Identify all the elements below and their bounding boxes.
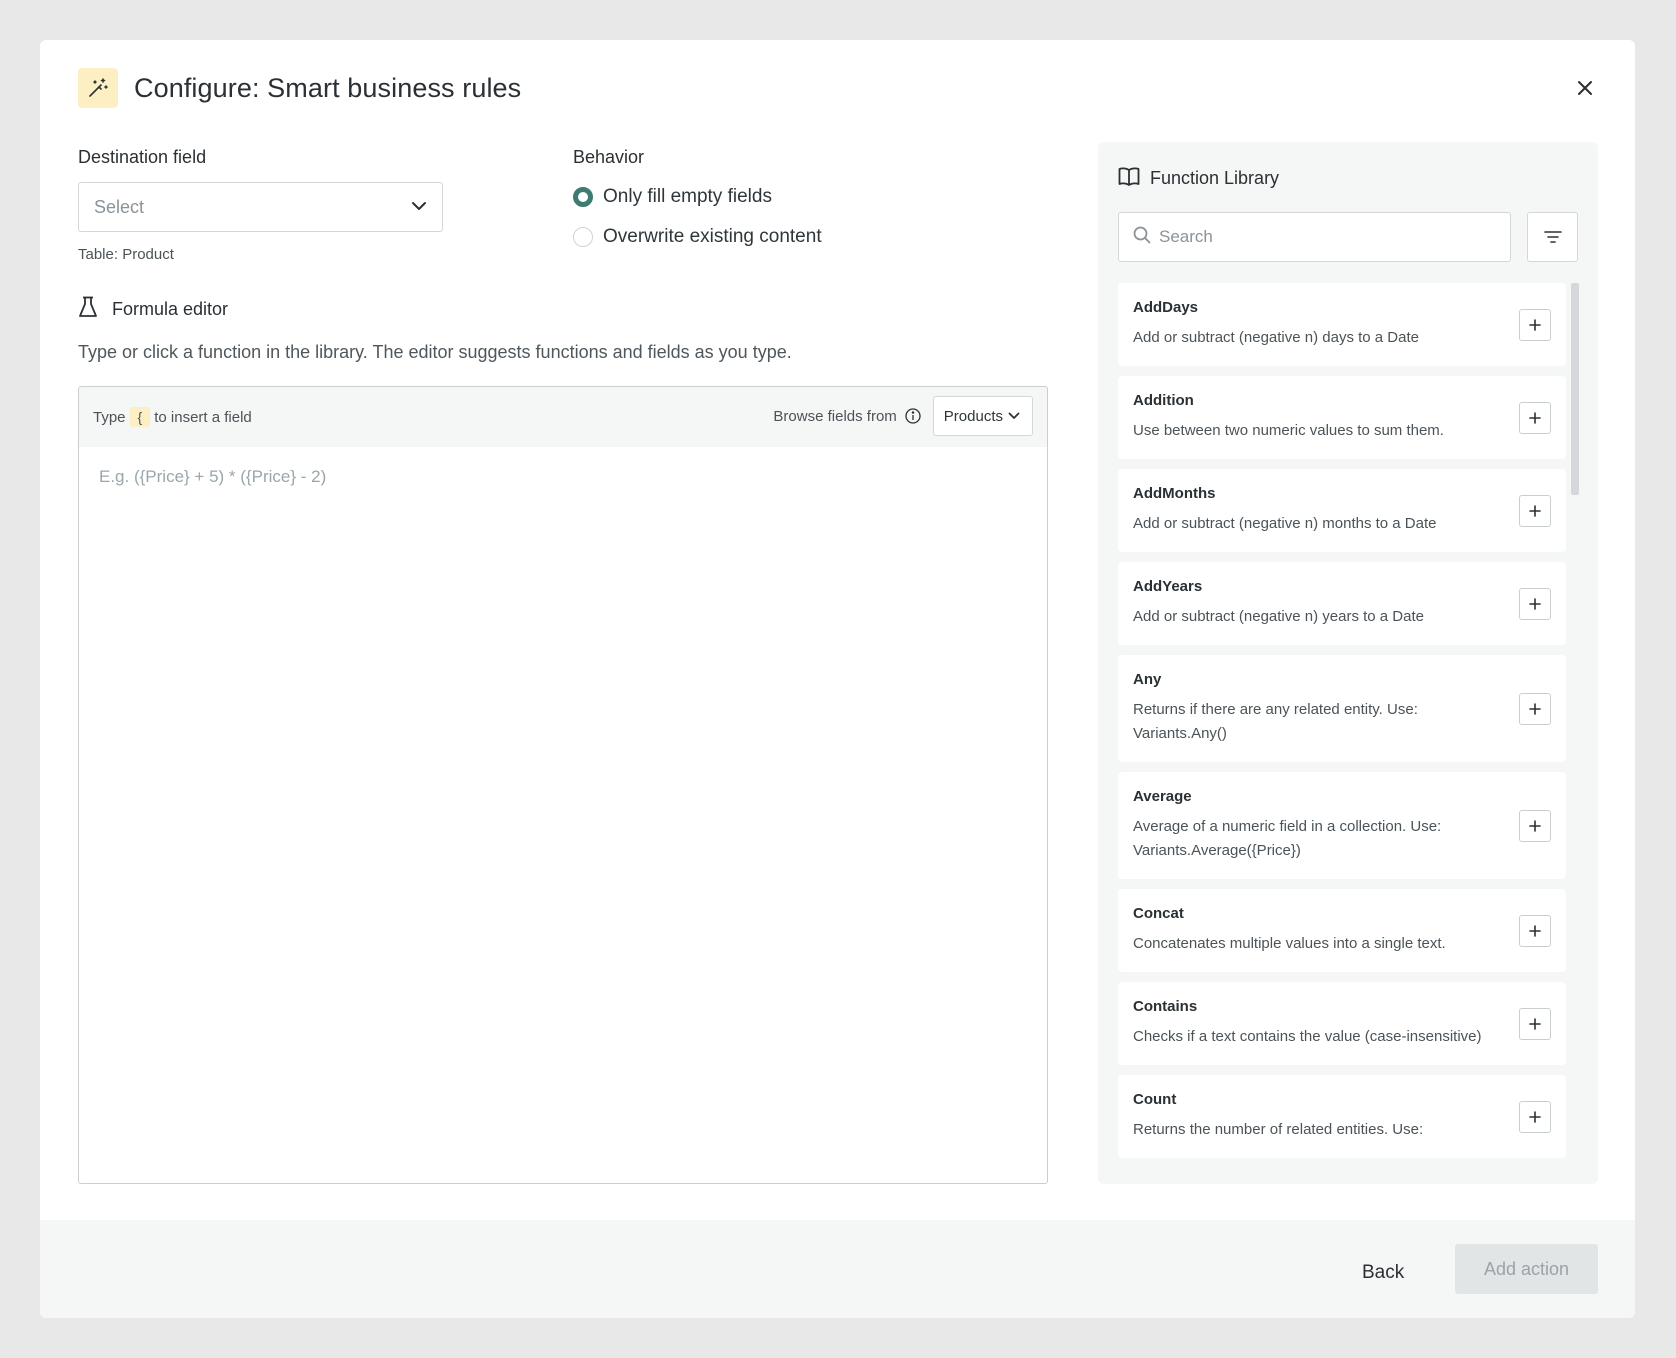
function-name: AddDays <box>1133 299 1199 316</box>
plus-icon <box>1529 504 1541 517</box>
add-function-button[interactable] <box>1519 1100 1551 1133</box>
plus-icon <box>1529 819 1541 832</box>
formula-editor[interactable]: Type { to insert a field Browse fields f… <box>78 386 1048 1184</box>
function-description: Add or subtract (negative n) months to a… <box>1133 515 1437 532</box>
function-name: AddYears <box>1133 578 1203 595</box>
function-description: Use between two numeric values to sum th… <box>1133 422 1444 439</box>
plus-icon <box>1529 597 1541 610</box>
function-card-adddays[interactable]: AddDays Add or subtract (negative n) day… <box>1118 283 1566 366</box>
radio-label: Overwrite existing content <box>603 226 822 247</box>
plus-icon <box>1529 1017 1541 1030</box>
magic-wand-icon <box>78 68 118 108</box>
destination-field-select[interactable]: Select <box>78 182 443 232</box>
function-list: AddDays Add or subtract (negative n) day… <box>1118 283 1568 1166</box>
add-action-button[interactable]: Add action <box>1455 1244 1598 1294</box>
function-card-contains[interactable]: Contains Checks if a text contains the v… <box>1118 982 1566 1065</box>
library-search-box[interactable] <box>1118 212 1511 262</box>
add-function-button[interactable] <box>1519 1007 1551 1040</box>
function-name: AddMonths <box>1133 485 1216 502</box>
back-button[interactable]: Back <box>1344 1248 1422 1298</box>
dialog-header: Configure: Smart business rules <box>78 68 521 108</box>
filter-button[interactable] <box>1527 212 1578 262</box>
table-hint: Table: Product <box>78 246 174 263</box>
info-icon[interactable] <box>905 408 921 424</box>
destination-field-label: Destination field <box>78 147 207 167</box>
close-icon[interactable] <box>1573 76 1597 100</box>
function-card-concat[interactable]: Concat Concatenates multiple values into… <box>1118 889 1566 972</box>
function-description: Add or subtract (negative n) years to a … <box>1133 608 1424 625</box>
function-library-heading: Function Library <box>1118 166 1279 191</box>
function-library: Function Library AddDays Add or subtract… <box>1098 142 1598 1184</box>
formula-editor-heading: Formula editor <box>78 296 228 323</box>
radio-selected[interactable] <box>573 187 593 207</box>
function-name: Average <box>1133 788 1192 805</box>
function-name: Any <box>1133 671 1162 688</box>
function-card-addmonths[interactable]: AddMonths Add or subtract (negative n) m… <box>1118 469 1566 552</box>
function-card-average[interactable]: Average Average of a numeric field in a … <box>1118 772 1566 879</box>
scrollbar-thumb[interactable] <box>1571 283 1579 495</box>
function-description: Average of a numeric field in a collecti… <box>1133 818 1442 859</box>
function-card-count[interactable]: Count Returns the number of related enti… <box>1118 1075 1566 1158</box>
filter-icon <box>1543 231 1562 243</box>
hint-suffix: to insert a field <box>154 408 252 426</box>
radio-label: Only fill empty fields <box>603 186 772 207</box>
plus-icon <box>1529 318 1541 331</box>
function-card-any[interactable]: Any Returns if there are any related ent… <box>1118 655 1566 762</box>
formula-placeholder: E.g. ({Price} + 5) * ({Price} - 2) <box>99 467 327 486</box>
add-function-button[interactable] <box>1519 692 1551 725</box>
function-card-addyears[interactable]: AddYears Add or subtract (negative n) ye… <box>1118 562 1566 645</box>
book-icon <box>1118 166 1140 191</box>
function-description: Returns the number of related entities. … <box>1133 1121 1424 1138</box>
function-description: Checks if a text contains the value (cas… <box>1133 1028 1482 1045</box>
add-function-button[interactable] <box>1519 809 1551 842</box>
function-description: Add or subtract (negative n) days to a D… <box>1133 329 1419 346</box>
add-function-button[interactable] <box>1519 401 1551 434</box>
function-card-addition[interactable]: Addition Use between two numeric values … <box>1118 376 1566 459</box>
add-function-button[interactable] <box>1519 308 1551 341</box>
insert-field-hint: Type { to insert a field <box>93 407 252 427</box>
add-function-button[interactable] <box>1519 494 1551 527</box>
browse-fields-label: Browse fields from <box>773 407 897 425</box>
flask-icon <box>78 296 98 323</box>
chevron-down-icon <box>1008 412 1020 419</box>
configure-dialog: Configure: Smart business rules Destinat… <box>40 40 1635 1318</box>
hint-prefix: Type <box>93 408 126 426</box>
chevron-down-icon <box>411 198 427 216</box>
radio-overwrite-existing[interactable]: Overwrite existing content <box>573 226 822 248</box>
plus-icon <box>1529 1110 1541 1123</box>
function-name: Concat <box>1133 905 1184 922</box>
browse-source-dropdown[interactable]: Products <box>932 396 1033 436</box>
browse-fields: Browse fields from Products <box>773 396 1033 436</box>
radio-unselected[interactable] <box>573 227 593 247</box>
function-name: Count <box>1133 1091 1177 1108</box>
dialog-footer: Back Add action <box>40 1220 1635 1318</box>
function-list-scrollbar[interactable] <box>1571 283 1579 1166</box>
formula-editor-title: Formula editor <box>112 299 229 319</box>
plus-icon <box>1529 702 1541 715</box>
formula-editor-description: Type or click a function in the library.… <box>78 342 792 362</box>
radio-only-fill-empty[interactable]: Only fill empty fields <box>573 186 772 208</box>
brace-key: { <box>129 407 151 427</box>
function-description: Returns if there are any related entity.… <box>1133 701 1418 742</box>
function-name: Contains <box>1133 998 1198 1015</box>
browse-source-value: Products <box>943 407 1003 425</box>
editor-toolbar: Type { to insert a field Browse fields f… <box>79 387 1047 447</box>
plus-icon <box>1529 924 1541 937</box>
dialog-title: Configure: Smart business rules <box>134 72 522 103</box>
behavior-label: Behavior <box>573 147 645 167</box>
select-placeholder: Select <box>94 196 145 217</box>
function-description: Concatenates multiple values into a sing… <box>1133 935 1446 952</box>
library-search-input[interactable] <box>1159 227 1489 247</box>
add-function-button[interactable] <box>1519 587 1551 620</box>
plus-icon <box>1529 411 1541 424</box>
function-library-title: Function Library <box>1150 168 1280 188</box>
add-function-button[interactable] <box>1519 914 1551 947</box>
search-icon <box>1133 226 1151 249</box>
function-name: Addition <box>1133 392 1194 409</box>
